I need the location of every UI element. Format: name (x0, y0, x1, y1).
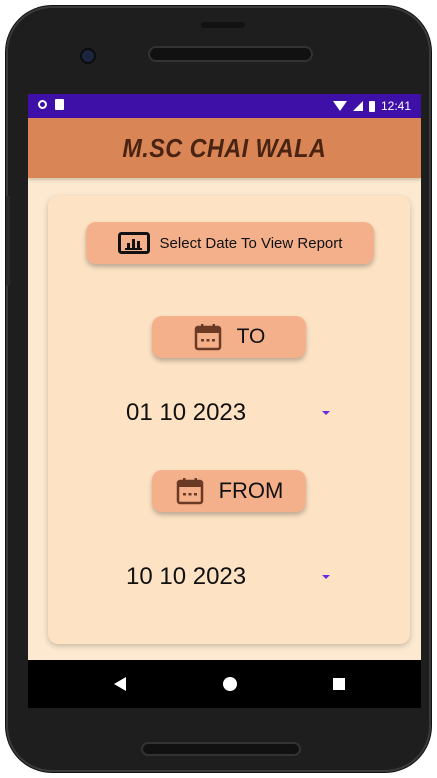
sim-card-icon (55, 99, 64, 110)
phone-side-button (6, 196, 10, 286)
from-date-button[interactable]: FROM (152, 470, 306, 512)
to-button-label: TO (236, 325, 266, 348)
home-icon[interactable] (223, 677, 237, 691)
from-button-label: FROM (218, 478, 284, 503)
calendar-icon (194, 324, 221, 351)
phone-top-notch (201, 22, 245, 28)
report-button-label: Select Date To View Report (159, 234, 343, 252)
calendar-icon (176, 478, 203, 505)
dropdown-arrow-icon (322, 411, 330, 415)
to-date-button[interactable]: TO (152, 316, 306, 358)
phone-bottom-speaker (141, 742, 301, 756)
wifi-icon (332, 101, 347, 111)
front-camera-icon (82, 50, 94, 62)
app-screen: 12:41 M.SC CHAI WALA Select Date To View… (28, 94, 421, 708)
recents-icon[interactable] (333, 678, 345, 690)
phone-earpiece (148, 46, 313, 62)
report-card: Select Date To View Report TO 01 10 2023 (48, 196, 410, 644)
app-title: M.SC CHAI WALA (122, 132, 327, 163)
to-date-dropdown[interactable]: 01 10 2023 (126, 398, 356, 428)
back-icon[interactable] (114, 677, 126, 691)
status-time: 12:41 (380, 99, 411, 113)
from-date-value: 10 10 2023 (126, 563, 247, 590)
phone-frame: 12:41 M.SC CHAI WALA Select Date To View… (6, 6, 431, 772)
to-date-value: 01 10 2023 (126, 399, 247, 426)
dropdown-arrow-icon (322, 575, 330, 579)
status-bar-left (38, 99, 64, 110)
app-bar: M.SC CHAI WALA (28, 118, 421, 178)
navigation-bar (28, 660, 421, 708)
select-date-report-button[interactable]: Select Date To View Report (86, 222, 374, 264)
signal-icon (352, 101, 363, 111)
status-bar: 12:41 (28, 94, 421, 118)
status-bar-right: 12:41 (332, 99, 411, 113)
from-date-dropdown[interactable]: 10 10 2023 (126, 562, 356, 592)
notification-circle-icon (38, 100, 47, 109)
battery-icon (368, 100, 375, 112)
report-chart-icon (117, 232, 150, 254)
